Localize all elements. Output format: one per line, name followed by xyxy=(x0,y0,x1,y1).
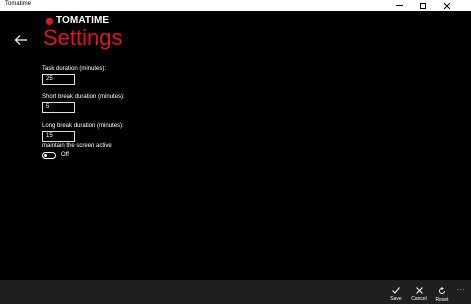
more-button[interactable]: ... xyxy=(457,286,465,292)
toggle-state-text: Off xyxy=(61,152,69,158)
save-button[interactable]: Save xyxy=(384,287,408,302)
checkmark-icon xyxy=(392,287,400,294)
cancel-label: Cancel xyxy=(411,296,427,302)
maximize-icon xyxy=(420,2,426,9)
refresh-icon xyxy=(439,287,445,294)
minimize-icon xyxy=(395,5,403,6)
window-title: Tomatime xyxy=(5,1,32,7)
short-break-input[interactable]: 5 xyxy=(42,102,75,113)
long-break-label: Long break duration (minutes): xyxy=(42,123,124,129)
task-duration-label: Task duration (minutes): xyxy=(42,66,107,72)
page-title: Settings xyxy=(43,25,123,50)
minimize-button[interactable] xyxy=(387,0,411,11)
reset-button[interactable]: Reset xyxy=(430,287,454,303)
back-button[interactable] xyxy=(14,33,28,45)
screen-active-label: maintain the screen active xyxy=(42,143,112,149)
maximize-button[interactable] xyxy=(411,0,435,11)
cancel-button[interactable]: Cancel xyxy=(407,287,431,302)
short-break-label: Short break duration (minutes): xyxy=(42,94,125,100)
back-arrow-icon xyxy=(14,35,27,45)
task-duration-input[interactable]: 25 xyxy=(42,74,75,85)
long-break-input[interactable]: 15 xyxy=(42,131,75,142)
close-button[interactable] xyxy=(435,0,459,11)
toggle-knob xyxy=(44,154,47,157)
cancel-icon xyxy=(415,287,423,294)
reset-label: Reset xyxy=(435,297,449,303)
tomato-icon xyxy=(45,17,54,25)
title-bar: Tomatime xyxy=(0,0,471,11)
screen-active-toggle[interactable] xyxy=(42,152,56,159)
save-label: Save xyxy=(390,296,402,302)
close-icon xyxy=(444,2,450,9)
